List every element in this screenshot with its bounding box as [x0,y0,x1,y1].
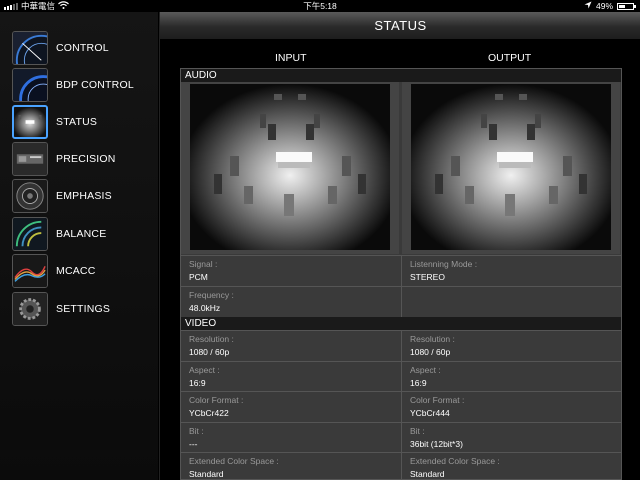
field-label: Bit : [189,426,204,436]
field-value: 1080 / 60p [410,347,451,357]
output-empty-cell [401,287,621,317]
emphasis-icon [12,179,48,213]
field-value: PCM [189,272,208,282]
main-panel: STATUS INPUT OUTPUT AUDIO Signal: PCM L… [159,12,640,480]
video-row-resolution: Resolution : 1080 / 60p Resolution : 108… [181,330,621,361]
field-label: Bit : [410,426,425,436]
settings-icon [12,292,48,326]
sidebar-item-status[interactable]: STATUS [12,104,152,140]
video-row-aspect: Aspect : 16:9 Aspect : 16:9 [181,361,621,391]
output-listening-mode-cell: Listenning Mode : STEREO [401,256,621,286]
field-label: Resolution : [410,334,455,344]
input-color-format-cell: Color Format : YCbCr422 [181,392,401,422]
page-title: STATUS [160,12,640,40]
field-label: Frequency : [189,290,234,300]
input-speaker-layout [181,82,399,254]
sidebar-item-label: BALANCE [56,228,107,240]
output-resolution-cell: Resolution : 1080 / 60p [401,331,621,361]
sidebar-item-label: CONTROL [56,42,109,54]
field-value: Standard [410,469,445,479]
precision-icon [12,142,48,176]
mcacc-icon [12,254,48,288]
input-column-header: INPUT [275,52,307,64]
ios-status-bar: 中華電信 下午5:18 49% [0,0,640,12]
input-extended-color-space-cell: Extended Color Space : Standard [181,453,401,479]
sidebar-item-settings[interactable]: SETTINGS [12,291,152,327]
clock: 下午5:18 [303,1,337,11]
sidebar-item-control[interactable]: CONTROL [12,30,152,66]
field-value: 48.0kHz [189,303,221,313]
field-label: Aspect : [410,365,441,375]
field-label: Color Format : [189,395,244,405]
balance-icon [12,217,48,251]
field-value: --- [189,439,198,449]
sidebar-item-bdp-control[interactable]: BDP CONTROL [12,67,152,103]
sidebar-item-precision[interactable]: PRECISION [12,141,152,177]
output-bit-cell: Bit : 36bit (12bit*3) [401,423,621,452]
sidebar-item-label: PRECISION [56,153,116,165]
sidebar-item-label: MCACC [56,265,96,277]
sidebar-item-label: STATUS [56,116,98,128]
field-label: Aspect : [189,365,220,375]
output-extended-color-space-cell: Extended Color Space : Standard [401,453,621,479]
status-icon [12,105,48,139]
field-value: 16:9 [410,378,427,388]
input-aspect-cell: Aspect : 16:9 [181,362,401,391]
sidebar-item-balance[interactable]: BALANCE [12,216,152,252]
field-value: STEREO [410,272,445,282]
field-value: Standard [189,469,224,479]
field-label [410,290,621,301]
field-label: Extended Color Space : [410,456,500,466]
input-resolution-cell: Resolution : 1080 / 60p [181,331,401,361]
bdp-control-icon [12,68,48,102]
video-row-bit: Bit : --- Bit : 36bit (12bit*3) [181,422,621,452]
video-row-extended-color-space: Extended Color Space : Standard Extended… [181,452,621,479]
battery-level [619,5,625,8]
audio-row-signal: Signal : PCM Listenning Mode : STEREO [181,255,621,286]
sidebar-item-label: BDP CONTROL [56,79,134,91]
location-arrow-icon [584,0,592,12]
field-label: Extended Color Space : [189,456,279,466]
field-value: 36bit (12bit*3) [410,439,463,449]
field-value: 16:9 [189,378,206,388]
video-section-header: VIDEO [181,317,621,330]
sidebar-item-label: SETTINGS [56,303,111,315]
battery-percent: 49% [595,1,613,11]
output-color-format-cell: Color Format : YCbCr444 [401,392,621,422]
field-label: Signal : [189,259,218,269]
audio-section-header: AUDIO [181,69,621,82]
output-speaker-image [411,84,611,250]
field-value: YCbCr444 [410,408,450,418]
output-column-header: OUTPUT [488,52,532,64]
field-value: YCbCr422 [189,408,229,418]
field-value: 1080 / 60p [189,347,230,357]
output-aspect-cell: Aspect : 16:9 [401,362,621,391]
field-label: Color Format : [410,395,465,405]
field-label: Resolution : [189,334,234,344]
input-bit-cell: Bit : --- [181,423,401,452]
field-label: Listenning Mode : [410,259,478,269]
input-frequency-cell: Frequency : 48.0kHz [181,287,401,317]
audio-row-frequency: Frequency : 48.0kHz [181,286,621,317]
sidebar: CONTROL BDP CONTROL STATUS PRECISION EMP… [0,12,158,480]
control-icon [12,31,48,65]
output-speaker-layout [402,82,620,254]
input-signal-cell: Signal : PCM [181,256,401,286]
input-speaker-image [190,84,390,250]
sidebar-item-label: EMPHASIS [56,190,112,202]
video-row-color-format: Color Format : YCbCr422 Color Format : Y… [181,391,621,422]
battery-icon [617,3,636,10]
status-panel: AUDIO Signal: PCM Listenning Mode: STE… [180,68,622,480]
sidebar-item-emphasis[interactable]: EMPHASIS [12,178,152,214]
sidebar-item-mcacc[interactable]: MCACC [12,253,152,289]
